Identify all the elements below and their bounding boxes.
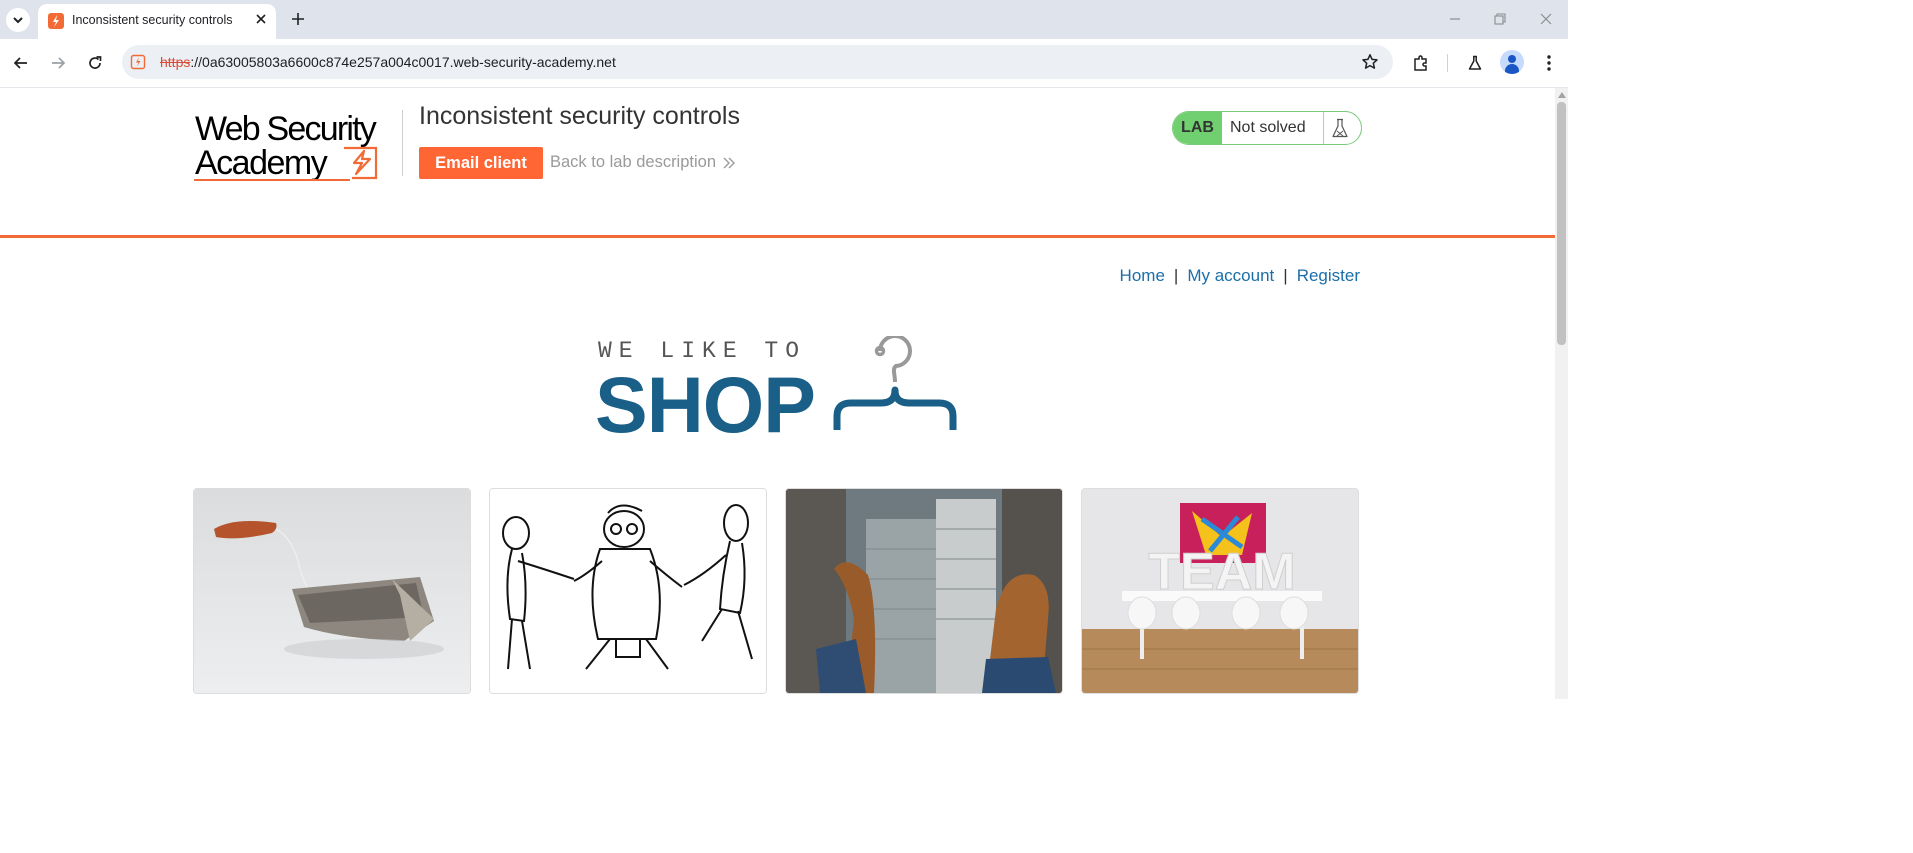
page-viewport: Web Security Academy Inconsistent securi…: [0, 88, 1568, 699]
lab-status-widget: LAB Not solved: [1172, 111, 1362, 145]
browser-menu-kebab-icon[interactable]: [1536, 50, 1562, 76]
nav-home-link[interactable]: Home: [1120, 266, 1165, 285]
minimize-window-icon[interactable]: [1442, 8, 1468, 30]
product-card-image[interactable]: [489, 488, 767, 694]
toolbar-divider: [1447, 54, 1448, 72]
top-nav: Home | My account | Register: [1120, 266, 1360, 286]
flask-icon: [1332, 118, 1348, 138]
tab-title: Inconsistent security controls: [72, 13, 233, 27]
browser-tab-bar: Inconsistent security controls: [0, 0, 1568, 39]
page-scrollbar[interactable]: [1555, 88, 1568, 699]
url-text: https://0a63005803a6600c874e257a004c0017…: [160, 54, 616, 70]
url-host: ://0a63005803a6600c874e257a004c0017.web-…: [190, 54, 616, 70]
browser-tab-active[interactable]: Inconsistent security controls: [38, 4, 276, 39]
lab-status-text: Not solved: [1230, 119, 1306, 136]
lab-title: Inconsistent security controls: [419, 102, 740, 130]
academy-favicon-icon: [48, 13, 64, 29]
reload-icon[interactable]: [82, 50, 108, 76]
email-client-button[interactable]: Email client: [419, 147, 543, 179]
address-bar[interactable]: https://0a63005803a6600c874e257a004c0017…: [122, 45, 1393, 79]
lab-status-divider: [1323, 112, 1324, 144]
shop-word: SHOP: [596, 360, 815, 436]
tea-bag-image: [194, 489, 470, 693]
close-window-icon[interactable]: [1533, 8, 1559, 30]
chevron-down-icon: [13, 17, 23, 24]
lab-badge: LAB: [1173, 112, 1222, 144]
nav-my-account-link[interactable]: My account: [1187, 266, 1274, 285]
url-scheme: https: [160, 54, 191, 70]
nav-separator: |: [1173, 266, 1179, 285]
shoes-over-skyscraper-image: [786, 489, 1062, 693]
logo-line2: Academy: [195, 144, 328, 182]
scroll-up-arrow-icon[interactable]: [1558, 92, 1566, 98]
logo-line1: Web Security: [195, 110, 377, 148]
coat-hanger-icon: [833, 336, 957, 430]
close-tab-icon[interactable]: [253, 11, 269, 27]
team-meeting-room-image: TEAM: [1082, 489, 1358, 693]
product-grid: TEAM: [193, 488, 1359, 699]
forward-arrow-icon[interactable]: [45, 50, 71, 76]
product-card-image[interactable]: [193, 488, 471, 694]
we-like-to-shop-logo: WE LIKE TO SHOP: [596, 336, 957, 436]
bookmark-star-icon[interactable]: [1359, 51, 1381, 73]
tug-of-war-cartoon-image: [490, 489, 766, 693]
site-favicon-icon: [128, 52, 148, 72]
scrollbar-thumb[interactable]: [1557, 102, 1566, 345]
product-card-image[interactable]: [785, 488, 1063, 694]
browser-toolbar: https://0a63005803a6600c874e257a004c0017…: [0, 39, 1568, 88]
extensions-puzzle-icon[interactable]: [1408, 50, 1434, 76]
nav-separator: |: [1283, 266, 1288, 285]
back-link-label: Back to lab description: [550, 153, 717, 171]
new-tab-plus-icon[interactable]: [287, 8, 309, 30]
back-arrow-icon[interactable]: [8, 50, 34, 76]
header-divider: [402, 110, 403, 176]
back-to-lab-description-link[interactable]: Back to lab description: [550, 153, 736, 172]
tab-search-button[interactable]: [6, 8, 30, 32]
profile-avatar-icon[interactable]: [1500, 50, 1524, 74]
product-card-image[interactable]: TEAM: [1081, 488, 1359, 694]
restore-window-icon[interactable]: [1487, 8, 1513, 30]
double-chevron-right-icon: [723, 157, 736, 168]
labs-flask-icon[interactable]: [1462, 50, 1488, 76]
nav-register-link[interactable]: Register: [1297, 266, 1360, 285]
web-security-academy-logo[interactable]: Web Security Academy: [194, 110, 400, 182]
academy-lab-header: Web Security Academy Inconsistent securi…: [0, 88, 1555, 238]
